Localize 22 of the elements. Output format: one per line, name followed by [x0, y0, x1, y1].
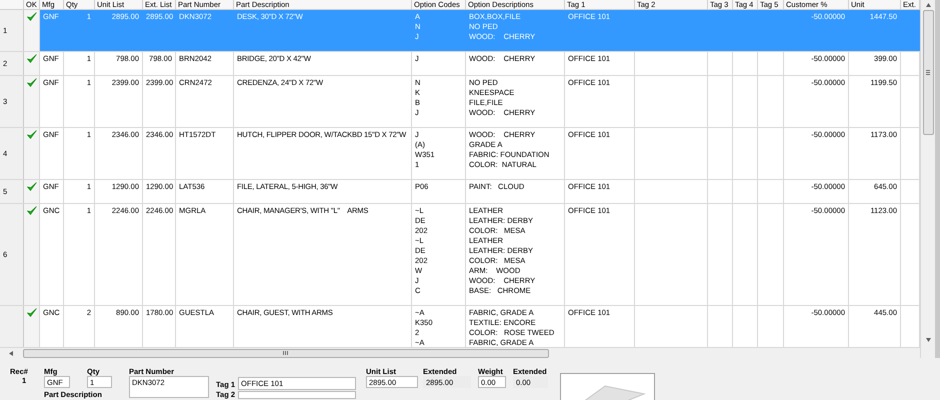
checkmark-icon[interactable]: [26, 308, 36, 317]
checkbox-cell[interactable]: [24, 180, 40, 203]
checkbox-cell[interactable]: [24, 76, 40, 127]
vertical-scrollbar[interactable]: [920, 0, 935, 358]
checkbox-cell[interactable]: [24, 306, 40, 347]
checkmark-icon[interactable]: [26, 130, 36, 139]
grip-icon: [926, 70, 930, 76]
checkmark-icon[interactable]: [26, 78, 36, 87]
checkmark-icon[interactable]: [26, 182, 36, 191]
table-row[interactable]: [0, 204, 920, 306]
checkbox-cell[interactable]: [24, 128, 40, 179]
left-arrow-icon[interactable]: [9, 350, 13, 356]
checkbox-cell[interactable]: [24, 10, 40, 51]
down-arrow-icon[interactable]: [926, 338, 930, 342]
checkmark-icon[interactable]: [26, 206, 36, 215]
checkbox-cell[interactable]: [24, 52, 40, 75]
checkbox-cell[interactable]: [24, 204, 40, 305]
checkmark-icon[interactable]: [26, 12, 36, 21]
checkmark-icon[interactable]: [26, 54, 36, 63]
up-arrow-icon[interactable]: [926, 3, 930, 7]
grip-icon: [283, 351, 289, 355]
input-field[interactable]: [238, 391, 356, 399]
